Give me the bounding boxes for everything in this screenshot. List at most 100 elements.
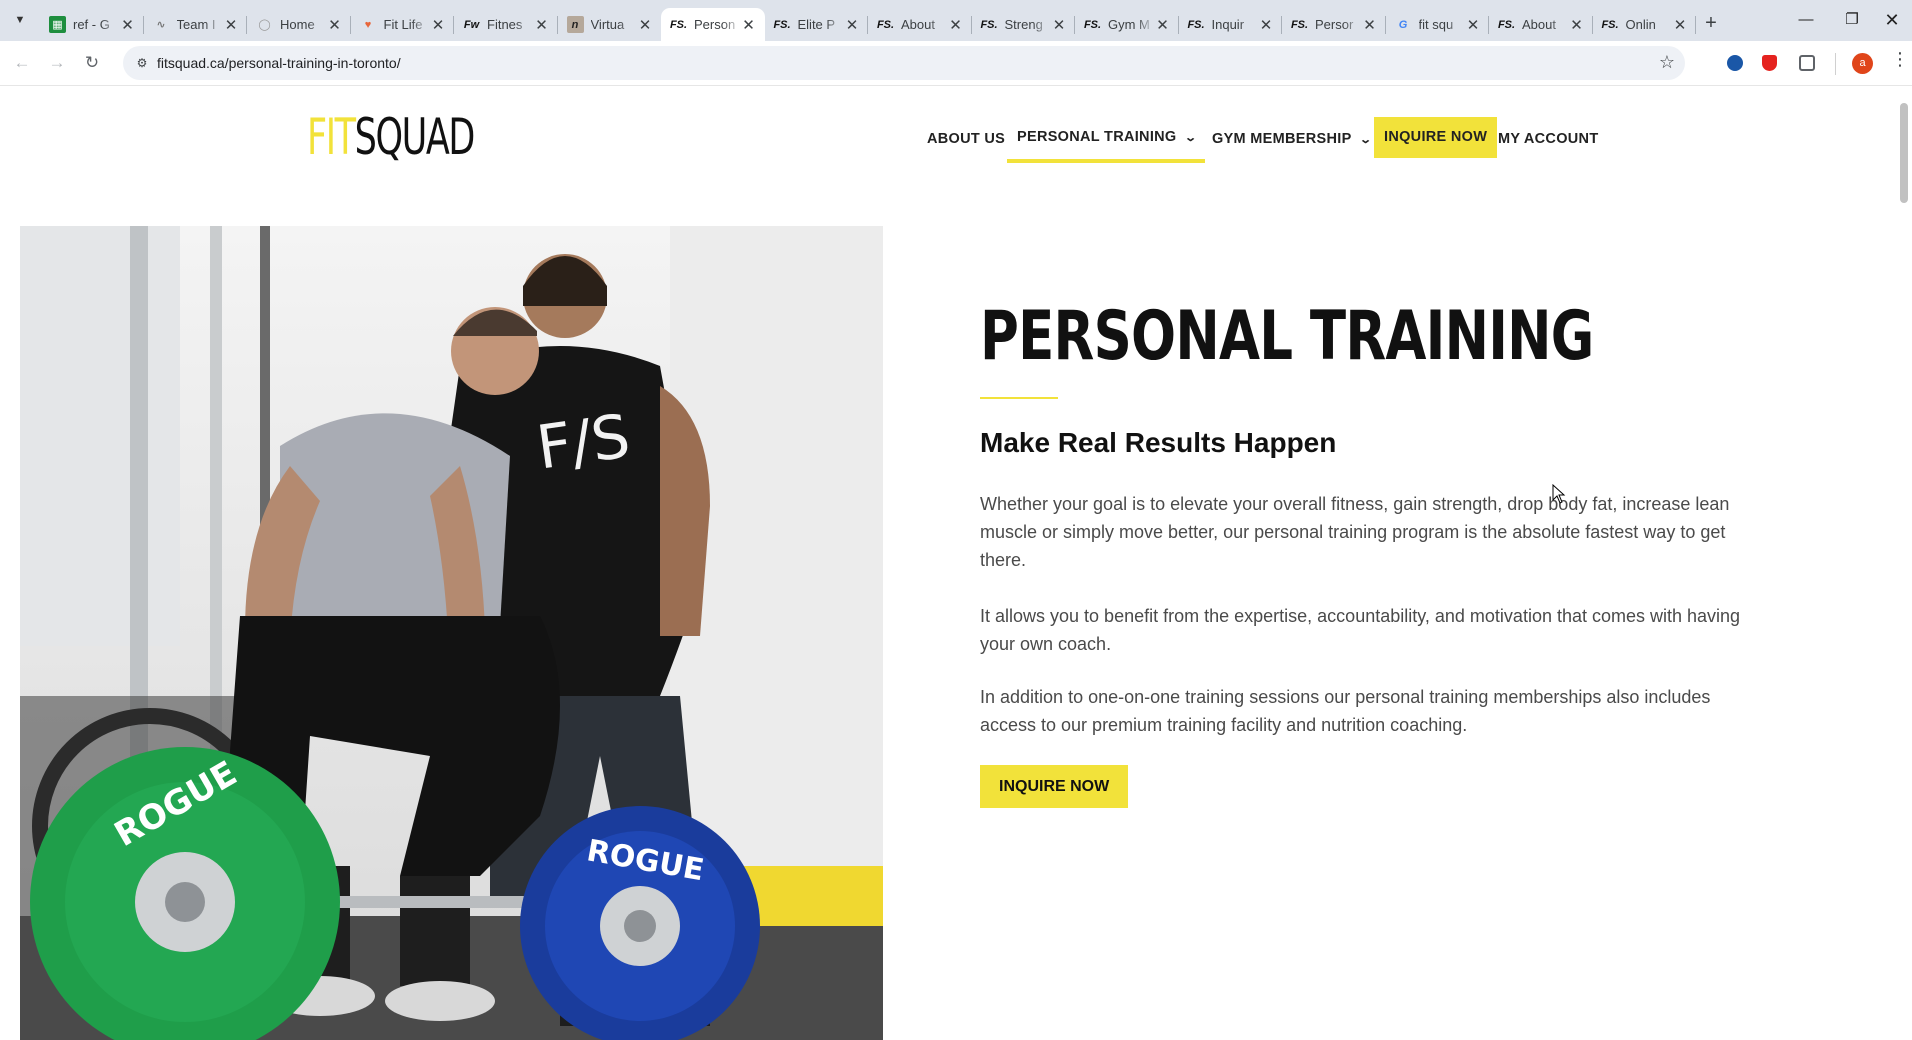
tab-title: Persor	[1315, 17, 1354, 32]
browser-tab[interactable]: FS. Streng ✕	[972, 8, 1076, 41]
browser-menu-icon[interactable]: ⋮	[1891, 49, 1909, 70]
fs-icon: FS.	[1083, 18, 1102, 31]
toolbar-divider	[1835, 53, 1836, 75]
fs-icon: FS.	[1290, 18, 1309, 31]
nav-my-account[interactable]: MY ACCOUNT	[1498, 119, 1598, 159]
nav-personal-training-label: PERSONAL TRAINING	[1017, 129, 1177, 145]
nav-inquire-now-button[interactable]: INQUIRE NOW	[1374, 117, 1498, 158]
tab-close-icon[interactable]: ✕	[430, 16, 446, 34]
browser-tab[interactable]: Gfit squ ✕	[1386, 8, 1490, 41]
fs-icon: FS.	[1187, 18, 1205, 31]
browser-tab[interactable]: FS. Inquir ✕	[1179, 8, 1283, 41]
browser-tab[interactable]: Fw Fitnes ✕	[454, 8, 558, 41]
tab-close-icon[interactable]: ✕	[1672, 16, 1688, 34]
chevron-down-icon: ⌄	[1358, 134, 1372, 146]
tab-close-icon[interactable]: ✕	[1051, 16, 1067, 34]
tab-close-icon[interactable]: ✕	[223, 16, 239, 34]
tab-close-icon[interactable]: ✕	[534, 16, 550, 34]
extension-shield-icon[interactable]	[1762, 55, 1777, 71]
tab-close-icon[interactable]: ✕	[844, 16, 860, 34]
browser-tab[interactable]: FS. Elite P ✕	[765, 8, 869, 41]
extension-blue-icon[interactable]	[1727, 55, 1743, 71]
page-scrollbar[interactable]	[1896, 87, 1912, 1040]
tab-close-icon[interactable]: ✕	[1569, 16, 1585, 34]
logo-fit: FIT	[307, 108, 356, 166]
nav-about-us[interactable]: ABOUT US	[927, 119, 1005, 159]
tab-title: Inquir	[1211, 17, 1245, 32]
close-window-icon[interactable]: ✕	[1869, 0, 1912, 41]
fs-icon: FS.	[1497, 18, 1516, 31]
tab-close-icon[interactable]: ✕	[637, 16, 653, 34]
browser-tab[interactable]: FS. About ✕	[1489, 8, 1593, 41]
browser-tab[interactable]: FS. Gym M ✕	[1075, 8, 1179, 41]
scrollbar-thumb[interactable]	[1900, 103, 1908, 203]
forward-arrow-icon[interactable]: →	[43, 49, 71, 77]
nav-personal-training[interactable]: PERSONAL TRAINING ⌄	[1006, 117, 1206, 163]
nav-my-account-label: MY ACCOUNT	[1498, 131, 1599, 147]
browser-toolbar: ← → ↻ ⚙ fitsquad.ca/personal-training-in…	[0, 41, 1912, 86]
bookmark-star-icon[interactable]: ☆	[1659, 52, 1675, 73]
page-subtitle: Make Real Results Happen	[980, 427, 1337, 458]
intro-paragraph: Whether your goal is to elevate your ove…	[980, 494, 1730, 570]
browser-tab[interactable]: ◯ Home ✕	[247, 8, 351, 41]
logo-squad: SQUAD	[354, 108, 476, 166]
title-underline	[980, 397, 1058, 399]
minimize-icon[interactable]: —	[1783, 0, 1829, 41]
address-bar[interactable]: ⚙ fitsquad.ca/personal-training-in-toron…	[123, 46, 1685, 80]
tab-title: Onlin	[1625, 17, 1656, 32]
tab-close-icon[interactable]: ✕	[1155, 16, 1171, 34]
fs-icon: FS.	[773, 18, 791, 31]
back-arrow-icon[interactable]: ←	[8, 49, 36, 77]
tab-close-icon[interactable]: ✕	[741, 16, 757, 34]
browser-tab[interactable]: FS. Person ✕	[661, 8, 765, 41]
tab-title: Person	[694, 17, 736, 32]
mouse-cursor-icon	[1552, 484, 1566, 504]
tab-title: Gym M	[1108, 17, 1150, 32]
fitsquad-logo[interactable]: FITSQUAD	[307, 107, 476, 167]
tab-title: Home	[280, 17, 315, 32]
profile-avatar[interactable]: a	[1852, 53, 1873, 74]
browser-tab[interactable]: FS. Persor ✕	[1282, 8, 1386, 41]
tab-title: Fitnes	[487, 17, 523, 32]
browser-tab-strip: ▼ ▦ ref - G ✕ ∿ Team I ✕ ◯ Home ✕ ♥ Fit Life ✕ Fw Fit…	[0, 0, 1912, 41]
browser-tab[interactable]: FS. Onlin ✕	[1593, 8, 1697, 41]
site-info-icon[interactable]: ⚙	[133, 54, 151, 72]
fs-icon: FS.	[980, 18, 998, 31]
browser-tab[interactable]: ▦ ref - G ✕	[40, 8, 144, 41]
fs-icon: FS.	[669, 18, 688, 31]
nav-gym-membership[interactable]: GYM MEMBERSHIP ⌄	[1212, 119, 1372, 159]
tab-close-icon[interactable]: ✕	[327, 16, 343, 34]
browser-tab[interactable]: ♥ Fit Life ✕	[351, 8, 455, 41]
extensions-puzzle-icon[interactable]	[1799, 55, 1815, 71]
url-text[interactable]: fitsquad.ca/personal-training-in-toronto…	[157, 46, 401, 80]
new-tab-plus-icon[interactable]: +	[1696, 8, 1726, 41]
tab-title: Streng	[1004, 17, 1043, 32]
coach-paragraph: It allows you to benefit from the expert…	[980, 606, 1741, 654]
nav-gym-membership-label: GYM MEMBERSHIP	[1212, 131, 1352, 147]
chevron-down-icon: ⌄	[1183, 132, 1197, 144]
inquire-now-button[interactable]: INQUIRE NOW	[980, 765, 1129, 808]
browser-tab[interactable]: ∿ Team I ✕	[144, 8, 248, 41]
tab-close-icon[interactable]: ✕	[948, 16, 964, 34]
tab-close-icon[interactable]: ✕	[1465, 16, 1481, 34]
tab-close-icon[interactable]: ✕	[1258, 16, 1274, 34]
shirt-logo-text: F/S	[533, 401, 635, 483]
trainer-deadlift-illustration: F/S ROGUE ROGUE	[20, 226, 883, 1040]
tab-search-chevron-icon[interactable]: ▼	[10, 10, 30, 30]
tab-close-icon[interactable]: ✕	[120, 16, 136, 34]
browser-tab[interactable]: n Virtua ✕	[558, 8, 662, 41]
tab-close-icon[interactable]: ✕	[1362, 16, 1378, 34]
team-icon: ∿	[156, 19, 166, 31]
tab-title: fit squ	[1418, 17, 1454, 32]
tab-title: Fit Life	[383, 17, 423, 32]
fitlife-heart-icon: ♥	[364, 18, 372, 31]
home-page-icon: ◯	[258, 19, 271, 31]
google-icon: G	[1398, 18, 1408, 31]
reload-icon[interactable]: ↻	[78, 49, 106, 77]
web-page: FITSQUAD ABOUT US PERSONAL TRAINING ⌄ GYM…	[0, 87, 1912, 1040]
fw-icon: Fw	[463, 18, 480, 31]
fs-icon: FS.	[876, 18, 895, 31]
browser-tab[interactable]: FS. About ✕	[868, 8, 972, 41]
sheets-icon: ▦	[49, 16, 66, 33]
tab-title: Virtua	[590, 17, 625, 32]
